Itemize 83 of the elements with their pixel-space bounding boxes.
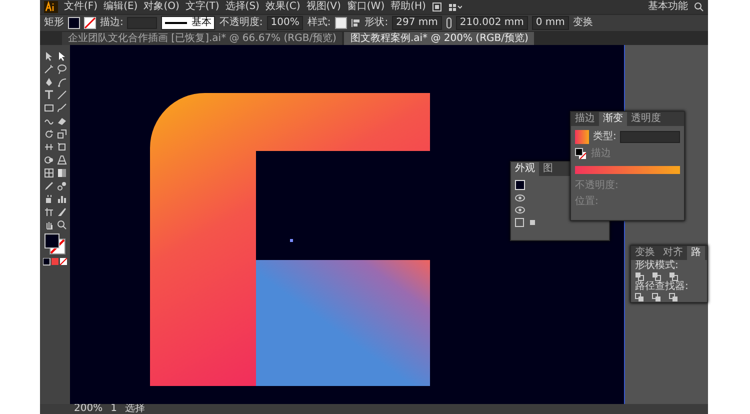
align-icon[interactable] xyxy=(350,18,361,28)
perspective-grid-icon[interactable] xyxy=(56,155,66,165)
layout-icon[interactable] xyxy=(448,2,462,12)
panel-tab[interactable]: 变换 xyxy=(631,246,659,260)
curvature-pen-icon[interactable] xyxy=(56,77,66,87)
line-segment-icon[interactable] xyxy=(56,90,66,100)
selection-arrow-icon[interactable] xyxy=(44,51,54,61)
workspace-switcher[interactable]: 基本功能 xyxy=(648,1,688,13)
stroke-none-swatch[interactable] xyxy=(84,17,96,29)
style-swatch[interactable] xyxy=(334,17,347,29)
object-type-label: 矩形 xyxy=(44,17,64,29)
fill-stroke-swatches[interactable] xyxy=(44,233,66,255)
direct-selection-arrow-icon[interactable] xyxy=(56,51,66,61)
eyedropper-icon[interactable] xyxy=(44,181,54,191)
width-tool-icon[interactable] xyxy=(44,142,54,152)
panel-tab[interactable]: 渐变 xyxy=(599,112,627,126)
corner-radius-field[interactable]: 0 mm xyxy=(532,16,569,30)
gradient-tool-icon[interactable] xyxy=(56,168,66,178)
free-transform-icon[interactable] xyxy=(56,142,66,152)
type-icon[interactable] xyxy=(44,90,54,100)
mesh-icon[interactable] xyxy=(44,168,54,178)
shape-label: 形状: xyxy=(364,17,388,29)
zoom-icon[interactable] xyxy=(56,220,66,230)
scale-icon[interactable] xyxy=(56,129,66,139)
stroke-label: 描边: xyxy=(100,17,124,29)
height-field[interactable]: 210.002 mm xyxy=(456,16,528,30)
menu-item[interactable]: 文字(T) xyxy=(185,1,220,13)
menu-item[interactable]: 视图(V) xyxy=(306,1,341,13)
gradient-type-label: 类型: xyxy=(593,131,616,143)
panel-tab[interactable]: 描边 xyxy=(571,112,599,126)
document-tab[interactable]: 企业团队文化合作插画 [已恢复].ai* @ 66.67% (RGB/预览) xyxy=(62,32,342,45)
fill-swatch[interactable] xyxy=(68,17,80,29)
shape-builder-icon[interactable] xyxy=(44,155,54,165)
menu-item[interactable]: 编辑(E) xyxy=(104,1,138,13)
rotate-icon[interactable] xyxy=(44,129,54,139)
menu-item[interactable]: 选择(S) xyxy=(225,1,260,13)
eraser-icon[interactable] xyxy=(56,116,66,126)
menu-item[interactable]: 帮助(H) xyxy=(390,1,426,13)
brush-field[interactable]: 基本 xyxy=(161,16,216,30)
menu-item[interactable]: 对象(O) xyxy=(144,1,180,13)
pen-icon[interactable] xyxy=(44,77,54,87)
link-icon[interactable] xyxy=(446,17,452,29)
gradient-preview-swatch[interactable] xyxy=(575,130,589,144)
lasso-icon[interactable] xyxy=(56,64,66,74)
transform-link[interactable]: 变换 xyxy=(572,17,593,29)
column-graph-icon[interactable] xyxy=(56,194,66,204)
magic-wand-icon[interactable] xyxy=(44,64,54,74)
menu-item[interactable]: 文件(F) xyxy=(64,1,98,13)
color-mode-icons[interactable] xyxy=(43,258,67,266)
slice-icon[interactable] xyxy=(56,207,66,217)
hand-icon[interactable] xyxy=(44,220,54,230)
zoom-level-field[interactable]: 200% xyxy=(74,404,103,414)
panel-tab[interactable]: 外观 xyxy=(511,162,539,176)
layer-swatch[interactable] xyxy=(515,180,525,190)
blend-icon[interactable] xyxy=(56,181,66,191)
menu-item[interactable]: 效果(C) xyxy=(265,1,300,13)
visibility-eye-icon[interactable] xyxy=(515,206,525,214)
document-tab[interactable]: 图文教程案例.ai* @ 200% (RGB/预览) xyxy=(344,32,534,45)
grid-icon[interactable] xyxy=(432,2,442,12)
anchor-point-icon xyxy=(290,239,293,242)
visibility-eye-icon[interactable] xyxy=(515,194,525,202)
app-logo-icon xyxy=(44,1,58,13)
rectangle-icon[interactable] xyxy=(44,103,54,113)
artboard-icon[interactable] xyxy=(44,207,54,217)
panel-tab[interactable]: 图 xyxy=(539,162,557,176)
fill-stroke-mini-icon[interactable] xyxy=(575,148,587,160)
opacity-field[interactable]: 100% xyxy=(266,16,304,30)
panel-tab[interactable]: 路 xyxy=(687,246,705,260)
panel-tab[interactable]: 对齐 xyxy=(659,246,687,260)
width-field[interactable]: 297 mm xyxy=(392,16,442,30)
panel-tab[interactable]: 透明度 xyxy=(627,112,665,126)
style-label: 样式: xyxy=(307,17,331,29)
pathfinders-label: 路径查找器: xyxy=(634,281,690,293)
paintbrush-icon[interactable] xyxy=(56,103,66,113)
new-layer-icon[interactable] xyxy=(515,218,524,227)
clipping-mask-icon[interactable] xyxy=(528,218,537,227)
shape-modes-label: 形状模式: xyxy=(634,260,680,272)
stroke-weight-field[interactable] xyxy=(127,17,158,29)
opacity-label: 不透明度: xyxy=(219,17,263,29)
menu-item[interactable]: 窗口(W) xyxy=(346,1,385,13)
symbol-sprayer-icon[interactable] xyxy=(44,194,54,204)
search-icon[interactable] xyxy=(694,2,704,12)
artboard-number-field[interactable]: 1 xyxy=(110,404,117,414)
